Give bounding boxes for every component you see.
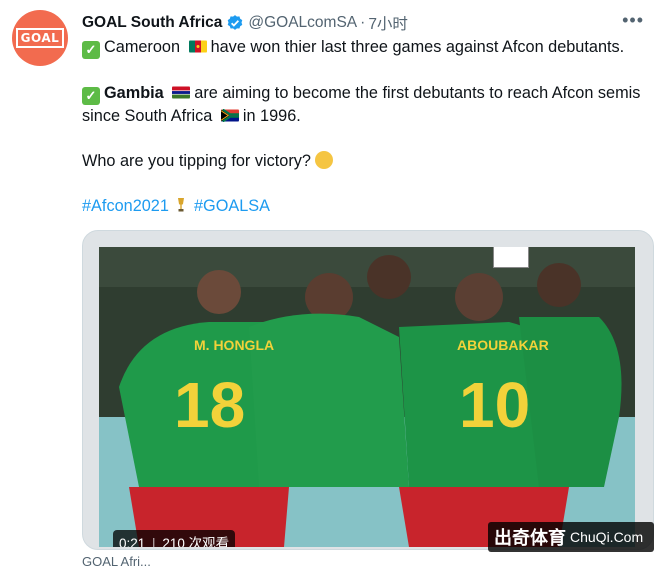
author-handle[interactable]: @GOALcomSA <box>248 14 357 32</box>
line-2: ✓ Gambia are aiming to become the first d… <box>82 82 652 127</box>
goalpost-graphic <box>493 247 529 268</box>
thinking-face-icon <box>314 151 333 169</box>
jersey-name-hongla: M. HONGLA <box>194 337 274 353</box>
author-name[interactable]: GOAL South Africa <box>82 14 222 32</box>
jersey-name-aboubakar: ABOUBAKAR <box>457 337 549 353</box>
check-mark-icon: ✓ <box>82 87 100 105</box>
line-1-rest: have won thier last three games against … <box>210 38 625 56</box>
timestamp[interactable]: 7小时 <box>368 12 408 34</box>
video-player[interactable]: M. HONGLA 18 ABOUBAKAR 10 0:21 | 210 次观看 <box>99 247 635 547</box>
avatar[interactable]: GOAL <box>12 10 68 66</box>
video-frame: M. HONGLA 18 ABOUBAKAR 10 <box>99 247 635 547</box>
video-duration: 0:21 <box>119 536 146 547</box>
more-icon[interactable]: ••• <box>622 10 644 31</box>
jersey-number-18: 18 <box>174 369 245 441</box>
video-duration-badge: 0:21 | 210 次观看 <box>113 530 236 547</box>
line-2-rest: are aiming to become the first debutants… <box>82 84 641 125</box>
line-2-end: in 1996. <box>242 107 301 125</box>
cameroon-word: Cameroon <box>104 38 181 56</box>
line-1: ✓ Cameroon have won thier last three game… <box>82 36 652 59</box>
site-watermark: 出奇体育 ChuQi.Com <box>488 522 654 552</box>
goal-logo: GOAL <box>15 28 65 48</box>
jersey-number-10: 10 <box>459 369 530 441</box>
south-africa-flag-icon <box>220 109 239 122</box>
tweet-text: ✓ Cameroon have won thier last three game… <box>82 36 652 217</box>
watermark-site: ChuQi.Com <box>570 529 644 545</box>
line-3-text: Who are you tipping for victory? <box>82 152 311 170</box>
cameroon-flag-icon <box>188 40 207 53</box>
trophy-icon <box>178 198 185 212</box>
line-3: Who are you tipping for victory? <box>82 150 652 172</box>
gambia-flag-icon <box>172 86 191 99</box>
gambia-word: Gambia <box>104 84 164 102</box>
hashtags-line: #Afcon2021 #GOALSA <box>82 195 652 217</box>
verified-badge-icon <box>228 15 243 30</box>
video-views: 210 次观看 <box>162 536 230 547</box>
hashtag-goalsa[interactable]: #GOALSA <box>194 197 270 215</box>
check-mark-icon: ✓ <box>82 41 100 59</box>
watermark-main: 出奇体育 <box>494 528 566 548</box>
hashtag-afcon2021[interactable]: #Afcon2021 <box>82 197 169 215</box>
video-media-card[interactable]: M. HONGLA 18 ABOUBAKAR 10 0:21 | 210 次观看 <box>82 230 654 550</box>
next-tweet-preview: GOAL Afri... <box>82 554 151 569</box>
separator: · <box>360 14 366 31</box>
tweet-header: GOAL South Africa @GOALcomSA · 7小时 <box>82 12 408 34</box>
